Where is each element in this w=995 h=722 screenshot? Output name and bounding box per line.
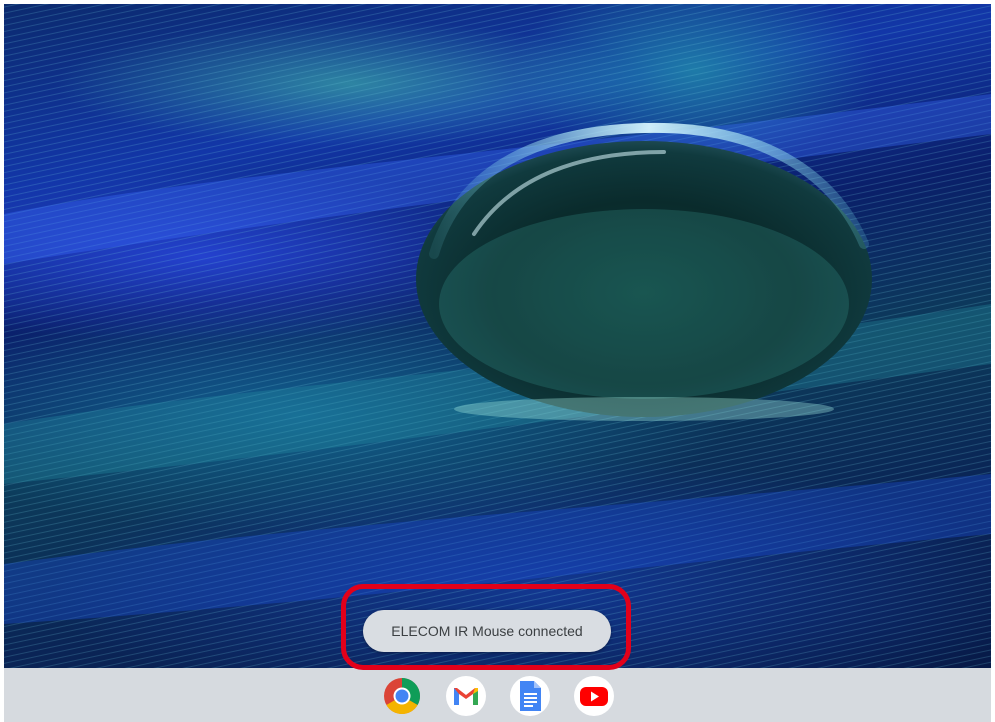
chromeos-desktop: ELECOM IR Mouse connected — [0, 0, 995, 722]
wallpaper-art — [4, 4, 991, 668]
water-droplet — [416, 122, 872, 421]
chrome-icon[interactable] — [382, 676, 422, 716]
toast-message: ELECOM IR Mouse connected — [391, 623, 583, 639]
shelf-app-list — [4, 676, 991, 716]
connection-toast: ELECOM IR Mouse connected — [363, 610, 611, 652]
desktop-wallpaper — [4, 4, 991, 668]
shelf — [4, 668, 991, 722]
docs-icon[interactable] — [509, 676, 550, 716]
gmail-icon[interactable] — [445, 676, 486, 716]
youtube-icon[interactable] — [573, 676, 614, 716]
